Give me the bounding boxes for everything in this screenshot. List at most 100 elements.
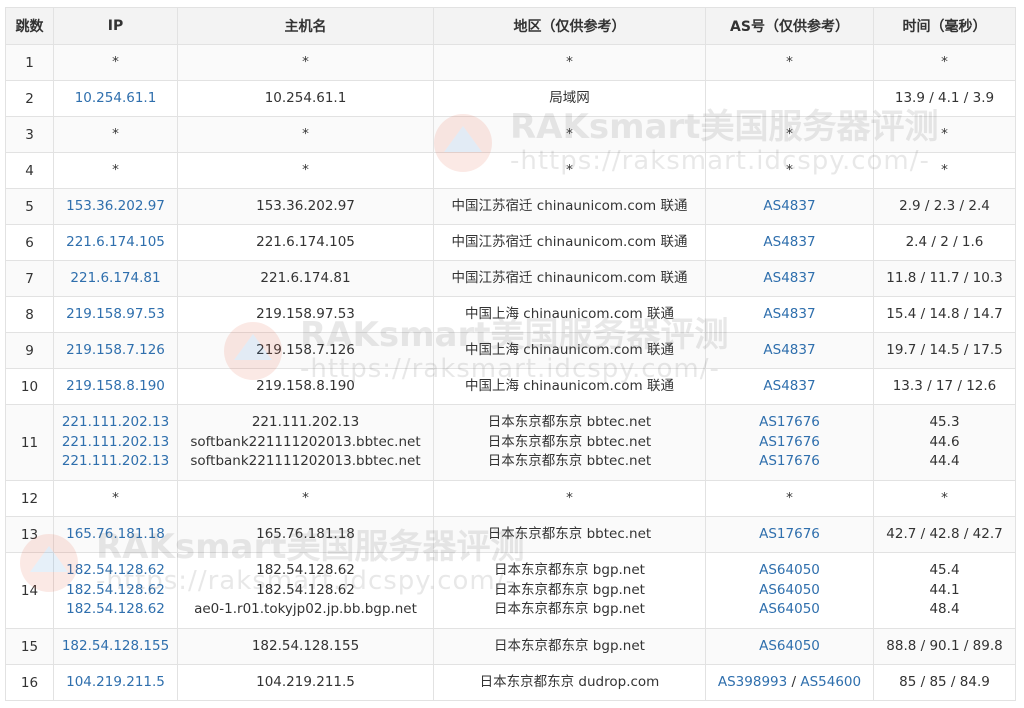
table-row: 8 219.158.97.53 219.158.97.53 中国上海 chinauni… <box>5 296 1016 333</box>
asn-link[interactable]: AS4837 <box>763 198 815 214</box>
table-row: 11 221.111.202.13 221.111.202.13 221.111.20… <box>5 404 1016 481</box>
cell-hostname: * <box>177 152 434 189</box>
hostname-text: 182.54.128.62 <box>256 562 355 579</box>
cell-hostname: 219.158.7.126 <box>177 332 434 369</box>
cell-ip: 153.36.202.97 <box>53 188 178 225</box>
asn-link[interactable]: AS398993 <box>718 674 787 690</box>
time-text: 42.7 / 42.8 / 42.7 <box>886 525 1003 542</box>
asn-line: AS4837 <box>706 197 873 217</box>
table-row: 1 * * * * * <box>5 44 1016 81</box>
asn-link[interactable]: AS17676 <box>759 453 820 469</box>
time-text: 85 / 85 / 84.9 <box>899 673 990 690</box>
time-text: * <box>941 53 948 70</box>
ip-link[interactable]: 221.111.202.13 <box>54 452 177 472</box>
ip-link[interactable]: 182.54.128.62 <box>54 581 177 601</box>
ip-link: * <box>112 161 119 178</box>
ip-link[interactable]: 221.6.174.81 <box>54 269 177 289</box>
asn-link[interactable]: AS4837 <box>763 306 815 322</box>
cell-ip: * <box>53 116 178 153</box>
cell-ip: 221.6.174.105 <box>53 224 178 261</box>
ip-link[interactable]: 10.254.61.1 <box>54 89 177 109</box>
asn-line: AS4837 <box>706 377 873 397</box>
ip-link[interactable]: 221.6.174.105 <box>54 233 177 253</box>
asn-link[interactable]: AS4837 <box>763 270 815 286</box>
cell-time: 2.9 / 2.3 / 2.4 <box>873 188 1016 225</box>
asn-link[interactable]: AS4837 <box>763 378 815 394</box>
cell-asn: AS4837 <box>705 368 874 405</box>
asn-link[interactable]: AS64050 <box>759 638 820 654</box>
table-row: 3 * * * * * <box>5 116 1016 153</box>
asn-line: * <box>706 53 873 73</box>
asn-link[interactable]: AS54600 <box>800 674 861 690</box>
table-row: 9 219.158.7.126 219.158.7.126 中国上海 chinauni… <box>5 332 1016 369</box>
asn-line: AS4837 <box>706 341 873 361</box>
region-text: 局域网 <box>549 89 590 106</box>
asn-line: AS4837 <box>706 305 873 325</box>
time-text: 11.8 / 11.7 / 10.3 <box>886 269 1003 286</box>
table-body: 1 * * * * * 2 10.254.61.1 10.254.61.1 局域网 13.9 / 4… <box>5 44 1016 701</box>
hostname-text: ae0-1.r01.tokyjp02.jp.bb.bgp.net <box>194 601 417 618</box>
region-text: * <box>566 53 573 70</box>
cell-ip: 10.254.61.1 <box>53 80 178 117</box>
asn-line: AS4837 <box>706 233 873 253</box>
ip-link[interactable]: 219.158.97.53 <box>54 305 177 325</box>
header-hostname: 主机名 <box>177 7 434 45</box>
table-row: 12 * * * * * <box>5 480 1016 517</box>
cell-asn: AS4837 <box>705 188 874 225</box>
ip-link[interactable]: 221.111.202.13 <box>54 413 177 433</box>
cell-time: 2.4 / 2 / 1.6 <box>873 224 1016 261</box>
table-row: 7 221.6.174.81 221.6.174.81 中国江苏宿迁 chinauni… <box>5 260 1016 297</box>
cell-region: 日本东京都东京 bgp.net <box>433 628 706 665</box>
ip-link[interactable]: 221.111.202.13 <box>54 433 177 453</box>
asn-link[interactable]: AS64050 <box>759 601 820 617</box>
cell-asn: * <box>705 152 874 189</box>
hostname-text: 221.6.174.105 <box>256 233 355 250</box>
asn-line: AS64050 <box>706 600 873 620</box>
cell-region: 中国江苏宿迁 chinaunicom.com 联通 <box>433 188 706 225</box>
traceroute-table-container: 跳数 IP 主机名 地区（仅供参考） AS号（仅供参考） 时间（毫秒） 1 * * *… <box>5 7 1016 701</box>
cell-ip: 104.219.211.5 <box>53 664 178 701</box>
ip-link[interactable]: 182.54.128.62 <box>54 561 177 581</box>
hostname-text: 219.158.97.53 <box>256 305 355 322</box>
asn-link[interactable]: AS4837 <box>763 234 815 250</box>
cell-ip: 221.6.174.81 <box>53 260 178 297</box>
ip-link[interactable]: 182.54.128.155 <box>54 637 177 657</box>
table-row: 5 153.36.202.97 153.36.202.97 中国江苏宿迁 chinau… <box>5 188 1016 225</box>
time-text: * <box>941 125 948 142</box>
ip-link[interactable]: 165.76.181.18 <box>54 525 177 545</box>
cell-time: 42.7 / 42.8 / 42.7 <box>873 516 1016 553</box>
cell-hop: 14 <box>5 552 54 629</box>
cell-ip: 165.76.181.18 <box>53 516 178 553</box>
asn-link: * <box>786 53 793 70</box>
ip-link[interactable]: 104.219.211.5 <box>54 673 177 693</box>
region-text: 中国上海 chinaunicom.com 联通 <box>465 305 674 322</box>
hostname-text: 165.76.181.18 <box>256 525 355 542</box>
asn-link[interactable]: AS4837 <box>763 342 815 358</box>
ip-link[interactable]: 153.36.202.97 <box>54 197 177 217</box>
time-text: * <box>941 489 948 506</box>
asn-link[interactable]: AS64050 <box>759 562 820 578</box>
cell-hostname: 10.254.61.1 <box>177 80 434 117</box>
cell-time: 88.8 / 90.1 / 89.8 <box>873 628 1016 665</box>
asn-link[interactable]: AS17676 <box>759 414 820 430</box>
header-hop: 跳数 <box>5 7 54 45</box>
time-text: 13.3 / 17 / 12.6 <box>892 377 997 394</box>
ip-link[interactable]: 219.158.8.190 <box>54 377 177 397</box>
asn-separator: / <box>787 673 801 690</box>
region-text: 中国江苏宿迁 chinaunicom.com 联通 <box>451 197 688 214</box>
cell-region: * <box>433 152 706 189</box>
asn-link[interactable]: AS17676 <box>759 434 820 450</box>
cell-hostname: 221.111.202.13 softbank221111202013.bbtec… <box>177 404 434 481</box>
cell-hostname: 165.76.181.18 <box>177 516 434 553</box>
asn-line: AS398993 / AS54600 <box>706 673 873 693</box>
asn-link[interactable]: AS17676 <box>759 526 820 542</box>
cell-hop: 5 <box>5 188 54 225</box>
hostname-text: 153.36.202.97 <box>256 197 355 214</box>
ip-link[interactable]: 219.158.7.126 <box>54 341 177 361</box>
asn-link[interactable]: AS64050 <box>759 582 820 598</box>
time-text: 2.9 / 2.3 / 2.4 <box>899 197 990 214</box>
region-text: * <box>566 125 573 142</box>
ip-link[interactable]: 182.54.128.62 <box>54 600 177 620</box>
hostname-text: 182.54.128.62 <box>256 581 355 598</box>
hostname-text: 10.254.61.1 <box>264 89 347 106</box>
